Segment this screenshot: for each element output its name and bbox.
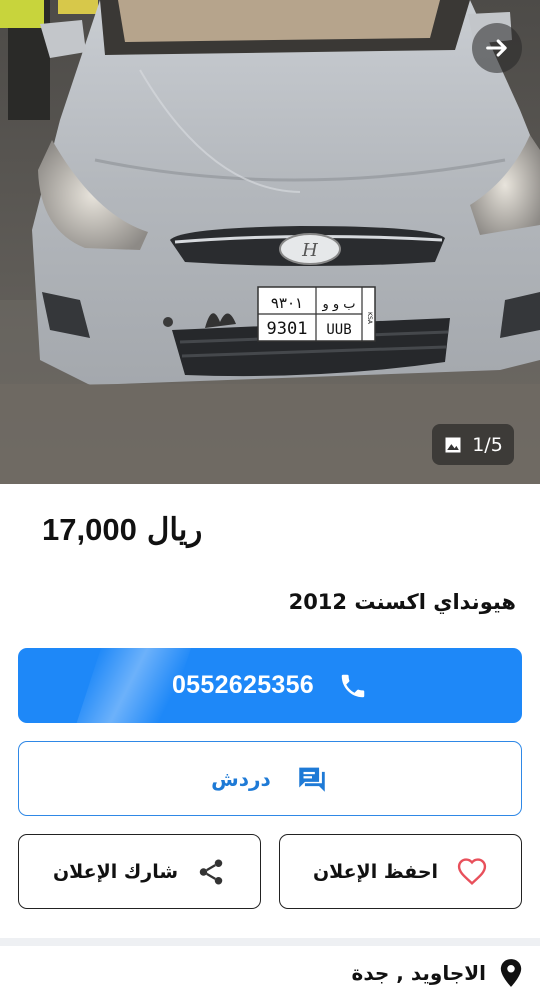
arrow-right-icon [486,39,507,57]
plate-arabic-digits: ٩٣٠١ [271,294,303,312]
plate-arabic-letters: ب و و [321,297,355,312]
chat-label: دردش [211,766,271,791]
price-value: 17,000 [42,512,137,547]
image-icon [445,437,461,452]
save-label: احفظ الإعلان [312,860,439,883]
svg-text:H: H [301,240,318,261]
call-button[interactable]: 0552625356 [18,648,522,723]
plate-latin-digits: 9301 [267,319,308,339]
heart-icon [457,857,487,885]
chat-icon [299,767,325,792]
phone-icon [341,674,365,697]
plate-latin-letters: UUB [326,322,351,338]
plate-country: KSA [366,312,373,325]
share-icon [199,859,223,884]
listing-price: 17,000 ريال [42,508,202,552]
listing-location[interactable]: الاجاويد , جدة [352,953,524,993]
price-currency: ريال [146,512,203,547]
listing-photo[interactable]: H ٩٣٠١ ب و و 9301 UUB KSA 1/5 [0,0,540,484]
next-image-button[interactable] [472,23,522,73]
car-photo: H ٩٣٠١ ب و و 9301 UUB KSA [0,0,540,484]
image-counter-text: 1/5 [472,433,503,456]
share-label: شارك الإعلان [52,860,179,883]
call-number: 0552625356 [171,671,315,699]
location-text: الاجاويد , جدة [351,961,486,985]
listing-title: هيونداي اكسنت 2012 [288,590,516,614]
chat-button[interactable]: دردش [18,741,522,816]
section-divider [0,938,540,946]
share-listing-button[interactable]: شارك الإعلان [18,834,261,909]
location-pin-icon [500,959,522,987]
save-listing-button[interactable]: احفظ الإعلان [279,834,522,909]
image-counter: 1/5 [432,424,514,465]
